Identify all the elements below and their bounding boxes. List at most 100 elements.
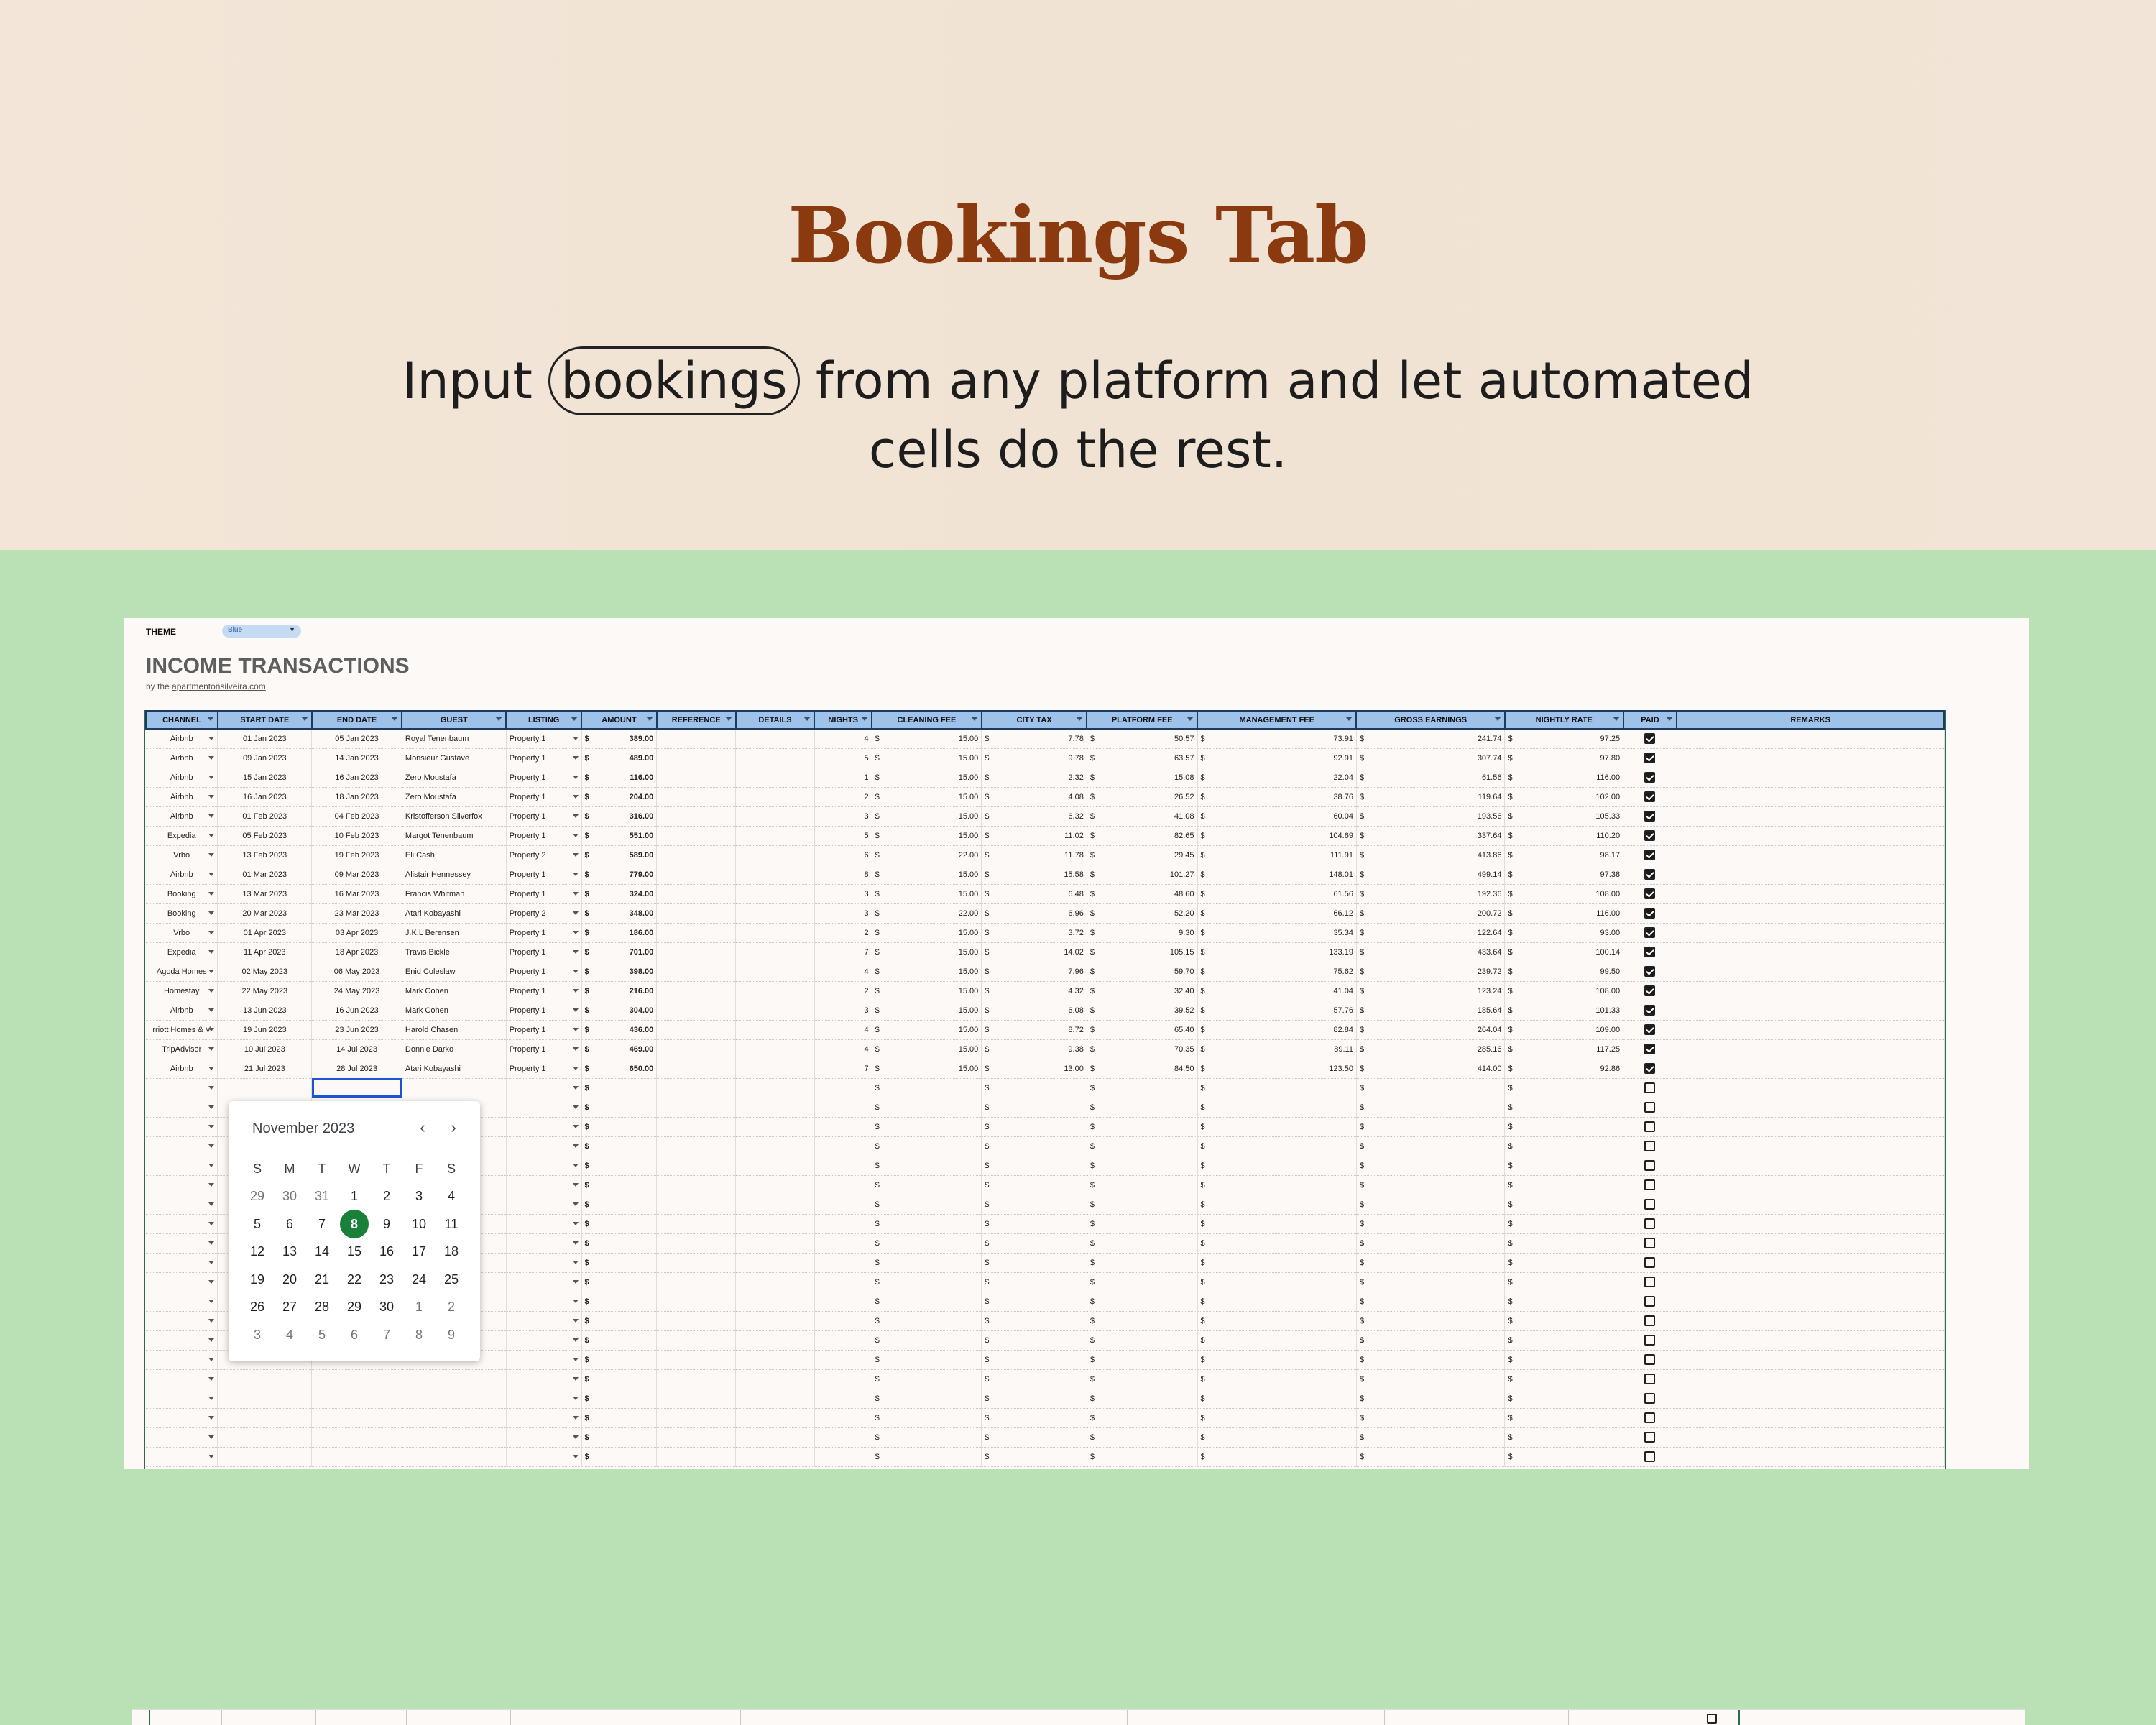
cell-details[interactable] [735,923,815,943]
chevron-left-icon[interactable]: ‹ [412,1117,433,1138]
dropdown-arrow-icon[interactable] [572,1454,579,1458]
cell-cleaning-fee[interactable]: $15.00 [872,865,982,885]
cell-guest[interactable]: Zero Moustafa [402,787,507,807]
cell-cleaning-fee[interactable]: $ [872,1195,982,1215]
cell-listing[interactable] [506,1214,582,1234]
column-header-platform-fee[interactable]: PLATFORM FEE [1086,710,1199,730]
calendar-day[interactable]: 27 [275,1292,304,1321]
cell-city-tax[interactable]: $ [981,1369,1087,1389]
cell-paid[interactable] [1623,845,1677,865]
dropdown-arrow-icon[interactable] [572,1376,579,1381]
cell-platform-fee[interactable]: $ [1087,1292,1198,1312]
cell-listing[interactable] [506,1369,582,1389]
cell-channel[interactable] [146,1214,218,1234]
cell-nights[interactable]: 2 [814,981,872,1001]
cell-city-tax[interactable]: $ [981,1330,1087,1351]
cell-guest[interactable] [402,1078,507,1098]
cell-end-date[interactable]: 16 Jun 2023 [311,1000,402,1021]
cell-listing[interactable] [506,1408,582,1428]
cell-details[interactable] [735,1408,815,1428]
cell-reference[interactable] [656,1447,737,1467]
cell-cleaning-fee[interactable]: $15.00 [872,942,982,962]
cell-management-fee[interactable]: $ [1197,1175,1357,1195]
paid-checkbox[interactable] [1644,1179,1656,1190]
cell-channel[interactable] [146,1156,218,1176]
cell-gross-earnings[interactable]: $ [1356,1350,1506,1370]
cell-nights[interactable]: 4 [814,1039,872,1059]
dropdown-arrow-icon[interactable] [208,1124,215,1128]
cell-remarks[interactable] [1677,1330,1945,1351]
cell-amount[interactable]: $ [581,1214,658,1234]
cell-start-date[interactable]: 19 Jun 2023 [217,1020,313,1040]
column-header-channel[interactable]: CHANNEL [145,710,218,730]
cell-gross-earnings[interactable]: $193.56 [1356,806,1506,827]
cell-remarks[interactable] [1677,1136,1945,1156]
dropdown-arrow-icon[interactable] [572,988,579,993]
dropdown-arrow-icon[interactable] [208,794,215,799]
cell-amount[interactable]: $551.00 [581,826,658,846]
cell-details[interactable] [735,1039,815,1059]
cell-management-fee[interactable]: $ [1197,1447,1357,1467]
cell-gross-earnings[interactable]: $ [1356,1272,1506,1292]
cell-nights[interactable] [814,1078,872,1098]
dropdown-arrow-icon[interactable] [208,1027,215,1031]
dropdown-arrow-icon[interactable] [572,1105,579,1109]
cell-guest[interactable]: Royal Tenenbaum [402,729,507,749]
cell-nights[interactable] [814,1447,872,1467]
cell-channel[interactable] [146,1136,218,1156]
cell-city-tax[interactable]: $ [981,1175,1087,1195]
calendar-day[interactable]: 29 [243,1182,272,1210]
cell-platform-fee[interactable]: $ [1087,1330,1198,1351]
cell-listing[interactable]: Property 1 [506,768,582,788]
cell-platform-fee[interactable]: $ [1087,1098,1198,1118]
cell-channel[interactable]: Airbnb [146,1059,218,1079]
paid-checkbox[interactable] [1644,850,1656,860]
cell-platform-fee[interactable]: $82.65 [1087,826,1198,846]
cell-remarks[interactable] [1677,981,1945,1001]
cell-nightly-rate[interactable]: $97.25 [1504,729,1624,749]
dropdown-arrow-icon[interactable] [208,1105,215,1109]
cell-amount[interactable]: $589.00 [581,845,658,865]
cell-reference[interactable] [656,1408,737,1428]
calendar-day[interactable]: 7 [372,1320,401,1349]
calendar-day[interactable]: 9 [372,1210,401,1238]
cell-reference[interactable] [656,1000,737,1021]
calendar-day[interactable]: 2 [437,1292,466,1321]
cell-gross-earnings[interactable]: $ [1356,1117,1506,1137]
cell-platform-fee[interactable]: $ [1087,1195,1198,1215]
paid-checkbox[interactable] [1644,1121,1656,1132]
cell-cleaning-fee[interactable]: $15.00 [872,826,982,846]
paid-checkbox[interactable] [1644,830,1656,841]
cell-paid[interactable] [1623,1214,1677,1234]
cell-nightly-rate[interactable]: $98.17 [1504,845,1624,865]
cell-nightly-rate[interactable]: $117.25 [1504,1039,1624,1059]
cell-reference[interactable] [656,1330,737,1351]
calendar-day[interactable]: 29 [340,1292,369,1321]
column-header-guest[interactable]: GUEST [401,710,507,730]
filter-icon[interactable] [803,717,811,721]
cell-platform-fee[interactable]: $70.35 [1087,1039,1198,1059]
cell-nights[interactable] [814,1175,872,1195]
cell-cleaning-fee[interactable]: $ [872,1098,982,1118]
cell-gross-earnings[interactable]: $119.64 [1356,787,1506,807]
calendar-day[interactable]: 1 [340,1182,369,1210]
cell-nights[interactable] [814,1272,872,1292]
cell-city-tax[interactable]: $ [981,1233,1087,1254]
cell-amount[interactable]: $ [581,1195,658,1215]
cell-nights[interactable] [814,1427,872,1448]
cell-nights[interactable]: 3 [814,806,872,827]
cell-end-date[interactable] [311,1078,402,1098]
cell-listing[interactable]: Property 1 [506,923,582,943]
dropdown-arrow-icon[interactable] [572,1202,579,1206]
cell-city-tax[interactable]: $7.78 [981,729,1087,749]
cell-paid[interactable] [1623,806,1677,827]
dropdown-arrow-icon[interactable] [208,1338,215,1342]
dropdown-arrow-icon[interactable] [208,1202,215,1206]
cell-paid[interactable] [1623,865,1677,885]
cell-management-fee[interactable]: $ [1197,1156,1357,1176]
cell-reference[interactable] [656,1117,737,1137]
cell-paid[interactable] [1623,962,1677,982]
cell-management-fee[interactable]: $ [1197,1292,1357,1312]
cell-end-date[interactable]: 14 Jan 2023 [311,748,402,768]
cell-amount[interactable]: $ [581,1175,658,1195]
